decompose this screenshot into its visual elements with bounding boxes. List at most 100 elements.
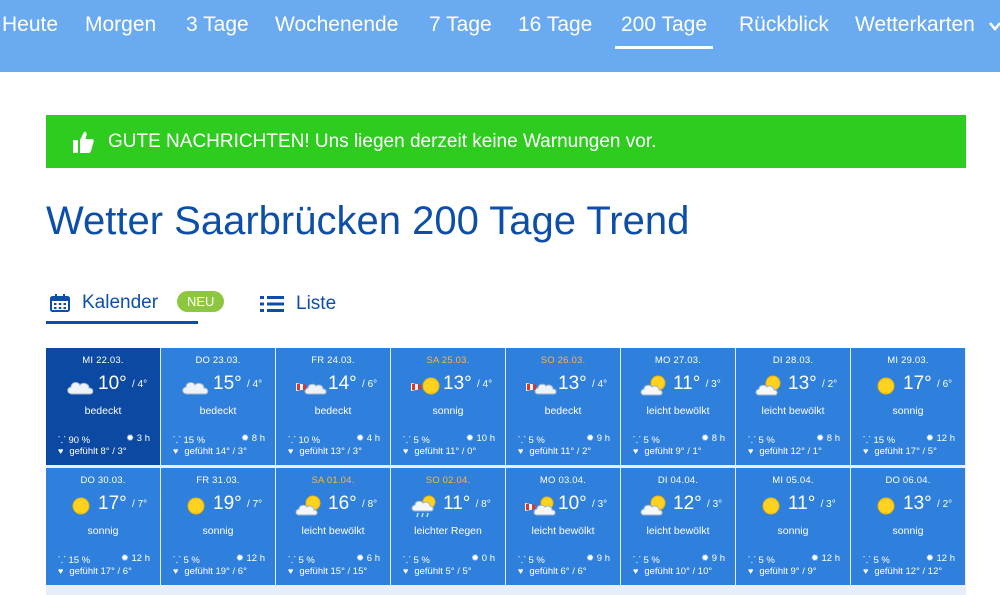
- calendar-icon: [50, 293, 70, 312]
- felt-temperature-value: gefühlt 11° / 0°: [414, 446, 477, 457]
- max-temp: 12°: [673, 493, 702, 514]
- cloudy-icon: [182, 382, 209, 395]
- day-cell[interactable]: MI 05.04. 11° / 3° sonnig ⸪ 5 % ✹ 12 h ♥ gefüh…: [736, 468, 850, 585]
- day-cell[interactable]: DI 04.04. 12° / 3° leicht bewölkt ⸪ 5 % ✹ 9 …: [621, 468, 735, 585]
- min-temp: / 6°: [362, 379, 378, 390]
- day-temperature: 10° / 3°: [558, 493, 607, 515]
- day-temperature: 17° / 6°: [903, 373, 952, 395]
- day-cell[interactable]: FR 31.03. 19° / 7° sonnig ⸪ 5 % ✹ 12 h ♥ gefüh…: [161, 468, 275, 585]
- sun-hours-value: 8 h: [711, 433, 725, 444]
- thumbs-up-icon: [73, 131, 94, 153]
- day-cell[interactable]: SA 01.04. 16° / 8° leicht bewölkt ⸪ 5 % ✹ 6 …: [276, 468, 390, 585]
- tab-kalender[interactable]: Kalender NEU: [46, 284, 225, 324]
- sun-small-icon: ✹: [241, 433, 250, 444]
- min-temp: / 4°: [247, 379, 263, 390]
- sun-icon: [877, 497, 895, 515]
- heart-icon: ♥: [748, 566, 754, 576]
- felt-temperature: ♥ gefühlt 17° / 5°: [863, 446, 937, 457]
- raindrops-icon: ⸪: [288, 435, 296, 446]
- day-temperature: 13° / 2°: [903, 493, 952, 515]
- rain-chance-value: 5 %: [413, 555, 430, 566]
- min-temp: / 8°: [362, 499, 378, 510]
- day-date: SO 26.03.: [540, 355, 586, 366]
- rain-chance: ⸪ 5 %: [403, 433, 430, 446]
- windy-cloudy-icon: [296, 383, 327, 395]
- tab-kalender-label: Kalender: [82, 291, 159, 313]
- day-cell[interactable]: SA 25.03. 13° / 4° sonnig ⸪ 5 % ✹ 10 h ♥ gefüh…: [391, 348, 505, 465]
- sun-icon: [72, 497, 90, 515]
- max-temp: 11°: [673, 373, 701, 394]
- nav-item-wetterkarten[interactable]: Wetterkarten: [855, 13, 975, 37]
- raindrops-icon: ⸪: [748, 555, 756, 566]
- day-condition: sonnig: [892, 405, 924, 417]
- rain-chance: ⸪ 5 %: [748, 433, 775, 446]
- day-date: MI 05.04.: [772, 475, 814, 486]
- day-cell[interactable]: MO 27.03. 11° / 3° leicht bewölkt ⸪ 5 % ✹ 8 …: [621, 348, 735, 465]
- day-cell[interactable]: MI 22.03. 10° / 4° bedeckt ⸪ 90 % ✹ 3 h ♥ gefü…: [46, 348, 160, 465]
- nav-item-16-tage[interactable]: 16 Tage: [518, 13, 592, 37]
- day-cell[interactable]: SO 26.03. 13° / 4° bedeckt ⸪ 5 % ✹ 9 h ♥ gefüh…: [506, 348, 620, 465]
- day-stats: ⸪ 5 % ✹ 8 h: [633, 433, 725, 446]
- sun-hours-value: 8 h: [251, 433, 265, 444]
- rain-chance-value: 5 %: [413, 435, 430, 446]
- rain-chance: ⸪ 90 %: [58, 433, 90, 446]
- day-condition: sonnig: [87, 525, 119, 537]
- sun-hours: ✹ 12 h: [926, 553, 955, 564]
- felt-temperature-value: gefühlt 6° / 6°: [529, 566, 587, 577]
- day-cell[interactable]: MO 03.04. 10° / 3° leicht bewölkt ⸪ 5 % ✹ 9 …: [506, 468, 620, 585]
- sun-hours: ✹ 12 h: [121, 553, 150, 564]
- nav-item-200-tage[interactable]: 200 Tage: [614, 13, 714, 49]
- sun-hours-value: 3 h: [136, 433, 150, 444]
- day-date: DI 04.04.: [657, 475, 699, 486]
- nav-item-wochenende[interactable]: Wochenende: [275, 13, 398, 37]
- day-cell[interactable]: DI 28.03. 13° / 2° leicht bewölkt ⸪ 5 % ✹ 8 …: [736, 348, 850, 465]
- day-temperature: 17° / 7°: [98, 493, 147, 515]
- sun-hours-value: 12 h: [131, 553, 151, 564]
- nav-item-3-tage[interactable]: 3 Tage: [186, 13, 249, 37]
- day-cell[interactable]: DO 30.03. 17° / 7° sonnig ⸪ 15 % ✹ 12 h ♥ gefü…: [46, 468, 160, 585]
- raindrops-icon: ⸪: [863, 435, 871, 446]
- rain-chance-value: 5 %: [873, 555, 890, 566]
- rain-chance-value: 90 %: [68, 435, 91, 446]
- sun-hours-value: 12 h: [821, 553, 841, 564]
- list-icon: [260, 296, 284, 312]
- day-stats: ⸪ 90 % ✹ 3 h: [58, 433, 150, 446]
- day-stats: ⸪ 5 % ✹ 9 h: [633, 553, 725, 566]
- sun-hours: ✹ 9 h: [586, 433, 610, 444]
- nav-item-heute[interactable]: Heute: [2, 13, 58, 37]
- day-condition: leicht bewölkt: [301, 525, 365, 537]
- rain-chance-value: 5 %: [758, 435, 775, 446]
- sun-hours-value: 12 h: [246, 553, 266, 564]
- nav-item-7-tage[interactable]: 7 Tage: [429, 13, 492, 37]
- tab-liste[interactable]: Liste: [260, 284, 336, 324]
- forecast-calendar-grid: MI 22.03. 10° / 4° bedeckt ⸪ 90 % ✹ 3 h ♥ gefü…: [46, 348, 966, 595]
- day-stats: ⸪ 15 % ✹ 12 h: [58, 553, 150, 566]
- sun-small-icon: ✹: [816, 433, 825, 444]
- day-cell[interactable]: DO 06.04. 13° / 2° sonnig ⸪ 5 % ✹ 12 h ♥ gefüh…: [851, 468, 965, 585]
- sun-small-icon: ✹: [586, 553, 595, 564]
- day-cell[interactable]: MI 29.03. 17° / 6° sonnig ⸪ 15 % ✹ 12 h ♥ gefü…: [851, 348, 965, 465]
- nav-item-morgen[interactable]: Morgen: [85, 13, 156, 37]
- day-condition: leicht bewölkt: [646, 405, 710, 417]
- chevron-down-icon[interactable]: [988, 20, 1000, 32]
- day-condition: bedeckt: [544, 405, 582, 417]
- nav-item-rueckblick[interactable]: Rückblick: [739, 13, 829, 37]
- rain-chance-value: 15 %: [873, 435, 896, 446]
- rain-chance: ⸪ 5 %: [288, 553, 315, 566]
- rain-chance: ⸪ 5 %: [173, 553, 200, 566]
- min-temp: / 3°: [592, 499, 608, 510]
- heart-icon: ♥: [633, 566, 639, 576]
- felt-temperature-value: gefühlt 13° / 3°: [299, 446, 362, 457]
- felt-temperature-value: gefühlt 9° / 1°: [644, 446, 702, 457]
- min-temp: / 4°: [592, 379, 608, 390]
- felt-temperature: ♥ gefühlt 10° / 10°: [633, 566, 712, 577]
- day-cell[interactable]: SO 02.04. 11° / 8° leichter Regen ⸪ 5 % ✹ 0 …: [391, 468, 505, 585]
- day-cell[interactable]: DO 23.03. 15° / 4° bedeckt ⸪ 15 % ✹ 8 h ♥ gefü…: [161, 348, 275, 465]
- raindrops-icon: ⸪: [633, 435, 641, 446]
- max-temp: 13°: [443, 373, 472, 394]
- min-temp: / 3°: [707, 499, 723, 510]
- raindrops-icon: ⸪: [58, 435, 66, 446]
- day-cell[interactable]: FR 24.03. 14° / 6° bedeckt ⸪ 10 % ✹ 4 h ♥ gefü…: [276, 348, 390, 465]
- day-temperature: 11° / 8°: [443, 493, 491, 515]
- day-date: SO 02.04.: [425, 475, 471, 486]
